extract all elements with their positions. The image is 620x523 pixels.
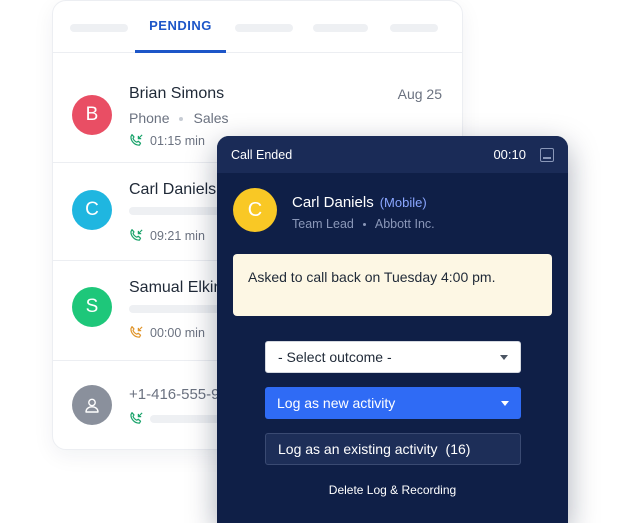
call-timer: 00:10: [493, 147, 526, 162]
delete-log-recording-link[interactable]: Delete Log & Recording: [217, 483, 568, 497]
contact-company: Abbott Inc.: [374, 217, 435, 231]
log-new-activity-button[interactable]: Log as new activity: [265, 387, 521, 419]
phone-type-tag: (Mobile): [379, 195, 427, 210]
minimize-icon[interactable]: [540, 147, 554, 162]
contact-details: Team Lead Abbott Inc.: [292, 217, 435, 231]
panel-header: Call Ended 00:10: [217, 136, 568, 173]
separator-dot: [179, 117, 184, 122]
avatar: [72, 385, 112, 425]
call-duration: 00:00 min: [150, 325, 205, 340]
phone-incoming-icon: [130, 412, 143, 424]
chevron-down-icon[interactable]: [501, 400, 509, 406]
contact-name-text: Carl Daniels: [292, 194, 374, 211]
contact-name: Carl Daniels (Mobile): [292, 194, 427, 211]
call-duration-row: 09:21 min: [129, 228, 205, 243]
outcome-select-value: - Select outcome -: [278, 349, 392, 365]
tab-placeholder[interactable]: [390, 24, 438, 32]
call-note[interactable]: Asked to call back on Tuesday 4:00 pm.: [233, 254, 552, 316]
call-date: Aug 25: [397, 86, 442, 102]
avatar: B: [72, 95, 112, 135]
tab-placeholder[interactable]: [313, 24, 368, 32]
chevron-down-icon: [500, 354, 508, 360]
contact-name: Samual Elkins: [129, 279, 231, 296]
call-details: Phone Sales: [129, 110, 229, 126]
log-new-activity-label: Log as new activity: [277, 395, 396, 411]
avatar: S: [72, 287, 112, 327]
call-duration-row: 01:15 min: [129, 133, 205, 148]
log-existing-activity-button[interactable]: Log as an existing activity (16): [265, 433, 521, 465]
separator-dot: [362, 223, 366, 227]
call-team: Sales: [193, 110, 229, 126]
contact-name: Brian Simons: [129, 85, 225, 102]
tab-placeholder[interactable]: [70, 24, 128, 32]
outcome-select[interactable]: - Select outcome -: [265, 341, 521, 373]
panel-title: Call Ended: [231, 147, 293, 162]
tab-bar: PENDING: [53, 1, 462, 53]
log-existing-activity-label: Log as an existing activity: [278, 441, 438, 457]
contact-name: Carl Daniels: [129, 181, 217, 198]
contact-role: Team Lead: [292, 217, 354, 231]
phone-missed-icon: [130, 326, 143, 338]
contact-phone-number: +1-416-555-9: [129, 386, 220, 403]
tab-pending[interactable]: PENDING: [135, 1, 226, 53]
avatar: C: [233, 188, 277, 232]
phone-incoming-icon: [130, 229, 143, 241]
existing-activity-count: (16): [445, 441, 471, 457]
tab-placeholder[interactable]: [235, 24, 293, 32]
call-duration: 01:15 min: [150, 133, 205, 148]
call-duration: 09:21 min: [150, 228, 205, 243]
user-icon: [85, 398, 99, 413]
call-ended-panel: Call Ended 00:10 C Carl Daniels (Mobile) …: [217, 136, 568, 523]
phone-incoming-icon: [130, 134, 143, 146]
call-duration-row: 00:00 min: [129, 325, 205, 340]
call-type: Phone: [129, 110, 170, 126]
avatar: C: [72, 190, 112, 230]
